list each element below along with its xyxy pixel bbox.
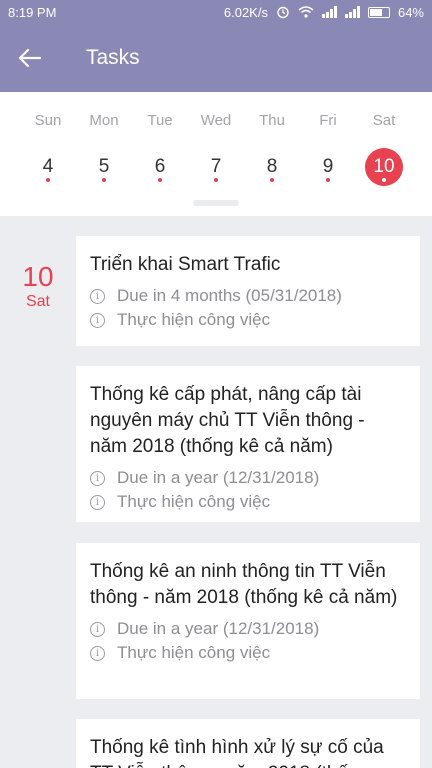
task-due-row: i Due in 4 months (05/31/2018) (90, 284, 406, 308)
date-row: 4 5 6 7 8 9 10 (20, 148, 412, 186)
task-due-row: i Due in a year (12/31/2018) (90, 617, 406, 641)
page-title: Tasks (86, 46, 140, 69)
task-card[interactable]: Thống kê tình hình xử lý sự cố của TT Vi… (76, 719, 420, 768)
task-title: Thống kê an ninh thông tin TT Viễn thông… (90, 561, 398, 608)
expand-handle[interactable] (193, 200, 239, 206)
day-label-weekday: Sat (25, 293, 50, 310)
info-icon: i (90, 621, 105, 637)
task-indicator-dot (214, 178, 218, 182)
task-title: Thống kê tình hình xử lý sự cố của TT Vi… (90, 737, 384, 768)
calendar-date[interactable]: 4 (20, 148, 76, 182)
signal-icon (321, 6, 337, 18)
calendar-date[interactable]: 8 (244, 148, 300, 182)
week-calendar: Sun Mon Tue Wed Thu Fri Sat 4 5 6 7 8 9 (0, 92, 432, 216)
task-indicator-dot (102, 178, 106, 182)
calendar-date-selected[interactable]: 10 (356, 148, 412, 186)
status-time: 8:19 PM (8, 4, 57, 20)
info-icon: i (90, 288, 105, 304)
signal-icon-2 (344, 6, 360, 18)
task-type-row: i Thực hiện công việc (90, 641, 406, 665)
calendar-date[interactable]: 5 (76, 148, 132, 182)
info-icon: i (90, 494, 105, 510)
info-icon: i (90, 312, 105, 328)
task-indicator-dot (270, 178, 274, 182)
calendar-date[interactable]: 9 (300, 148, 356, 182)
calendar-date[interactable]: 7 (188, 148, 244, 182)
battery-icon (367, 6, 390, 18)
status-indicators: 6.02K/s 64% (224, 5, 424, 20)
status-bar: 8:19 PM 6.02K/s 64% (0, 0, 432, 24)
task-type: Thực hiện công việc (117, 492, 271, 511)
task-title: Thống kê cấp phát, nâng cấp tài nguyên m… (90, 384, 365, 457)
info-icon: i (90, 645, 105, 661)
task-indicator-dot (382, 178, 386, 182)
task-card[interactable]: Triển khai Smart Trafic i Due in 4 month… (76, 236, 420, 346)
weekday-label: Sat (372, 112, 396, 129)
back-button[interactable] (0, 24, 60, 92)
weekday-label: Thu (259, 112, 285, 129)
task-card[interactable]: Thống kê cấp phát, nâng cấp tài nguyên m… (76, 366, 420, 522)
weekday-label: Tue (147, 112, 173, 129)
task-due: Due in a year (12/31/2018) (117, 619, 320, 638)
calendar-date[interactable]: 6 (132, 148, 188, 182)
weekday-row: Sun Mon Tue Wed Thu Fri Sat (20, 112, 412, 129)
network-speed: 6.02K/s (223, 4, 268, 20)
back-arrow-icon (18, 48, 42, 68)
task-indicator-dot (158, 178, 162, 182)
day-label-date: 10 (22, 261, 54, 292)
task-title: Triển khai Smart Trafic (90, 254, 281, 275)
task-type-row: i Thực hiện công việc (90, 490, 406, 514)
weekday-label: Sun (34, 112, 62, 129)
task-indicator-dot (46, 178, 50, 182)
app-bar: Tasks (0, 24, 432, 92)
task-due: Due in a year (12/31/2018) (117, 468, 320, 487)
task-type: Thực hiện công việc (117, 310, 271, 329)
wifi-icon (298, 6, 314, 18)
battery-percent: 64% (397, 4, 424, 20)
info-icon: i (90, 470, 105, 486)
weekday-label: Mon (89, 112, 119, 129)
task-indicator-dot (326, 178, 330, 182)
weekday-label: Fri (319, 112, 337, 129)
alarm-icon (277, 6, 289, 19)
task-type-row: i Thực hiện công việc (90, 308, 406, 332)
task-due: Due in 4 months (05/31/2018) (117, 286, 342, 305)
task-type: Thực hiện công việc (117, 643, 271, 662)
task-card[interactable]: Thống kê an ninh thông tin TT Viễn thông… (76, 543, 420, 699)
day-label: 10 Sat (14, 262, 62, 312)
weekday-label: Wed (200, 112, 232, 129)
task-due-row: i Due in a year (12/31/2018) (90, 466, 406, 490)
